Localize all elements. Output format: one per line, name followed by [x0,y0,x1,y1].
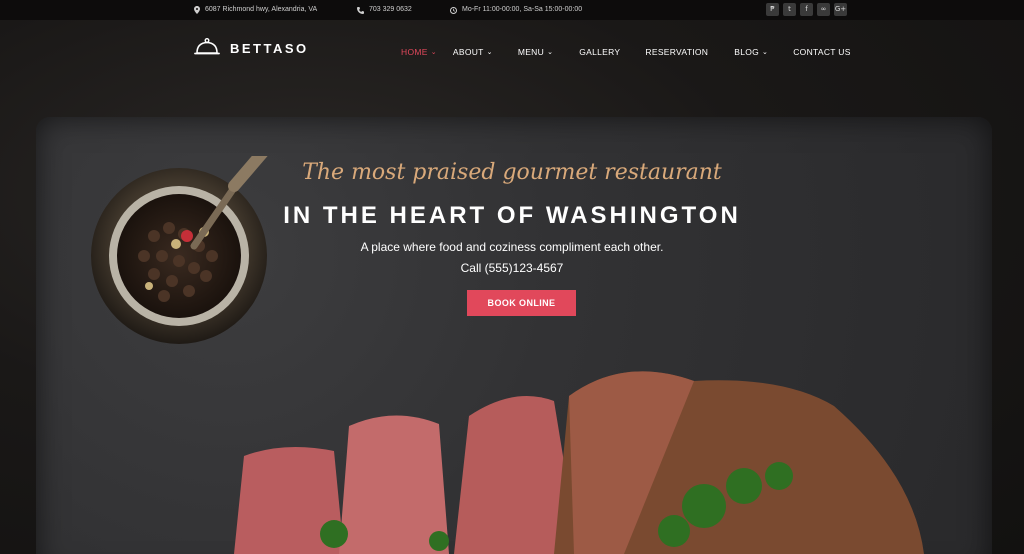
hours-info: Mo-Fr 11:00-00:00, Sa-Sa 15:00-00:00 [450,0,582,20]
nav-gallery-label: GALLERY [579,47,621,57]
chevron-down-icon: ⌄ [430,48,437,56]
site-header: BETTASO HOME ⌄ ABOUT ⌄ MENU ⌄ GALLERY RE… [0,20,1024,82]
main-nav: HOME ⌄ ABOUT ⌄ MENU ⌄ GALLERY RESERVATIO… [401,45,851,59]
chevron-down-icon: ⌄ [547,48,554,56]
facebook-icon[interactable]: f [800,3,813,16]
address-text: 6087 Richmond hwy, Alexandria, VA [205,6,318,13]
phone-text: 703 329 0632 [369,6,412,13]
foursquare-icon[interactable]: ₱ [766,3,779,16]
hero-headline: IN THE HEART OF WASHINGTON [283,202,741,229]
brand-name: BETTASO [230,40,309,56]
phone-info: 703 329 0632 [357,0,412,20]
nav-about[interactable]: ABOUT ⌄ [453,47,493,57]
nav-reservation[interactable]: RESERVATION [645,47,708,57]
chevron-down-icon: ⌄ [762,48,769,56]
book-online-button[interactable]: BOOK ONLINE [467,290,576,316]
tripadvisor-icon[interactable]: ∞ [817,3,830,16]
nav-contact[interactable]: CONTACT US [793,47,850,57]
cloche-icon [194,38,220,55]
address-info: 6087 Richmond hwy, Alexandria, VA [194,0,317,20]
steak-image [234,371,924,554]
top-info-bar: 6087 Richmond hwy, Alexandria, VA 703 32… [0,0,1024,20]
nav-about-label: ABOUT [452,47,484,57]
twitter-icon[interactable]: t [783,3,796,16]
nav-reservation-label: RESERVATION [645,47,709,57]
hero-phone: Call (555)123-4567 [460,261,564,275]
nav-menu-label: MENU [517,47,545,57]
nav-home-label: HOME [401,47,428,57]
hero-subtitle: A place where food and coziness complime… [360,240,664,254]
nav-blog-label: BLOG [734,47,760,57]
nav-gallery[interactable]: GALLERY [579,47,620,57]
clock-icon [450,6,457,14]
nav-contact-label: CONTACT US [793,47,851,57]
brand-logo[interactable]: BETTASO [194,38,309,58]
hours-text: Mo-Fr 11:00-00:00, Sa-Sa 15:00-00:00 [462,6,583,13]
location-pin-icon [194,6,200,14]
nav-blog[interactable]: BLOG ⌄ [734,47,768,57]
nav-home[interactable]: HOME ⌄ [401,47,437,57]
chevron-down-icon: ⌄ [486,48,493,56]
google-plus-icon[interactable]: G+ [834,3,847,16]
page: 6087 Richmond hwy, Alexandria, VA 703 32… [0,0,1024,554]
hero-script-title: The most praised gourmet restaurant [302,160,722,185]
social-links: ₱ t f ∞ G+ [766,3,847,16]
nav-menu[interactable]: MENU ⌄ [518,47,553,57]
phone-icon [357,6,364,14]
